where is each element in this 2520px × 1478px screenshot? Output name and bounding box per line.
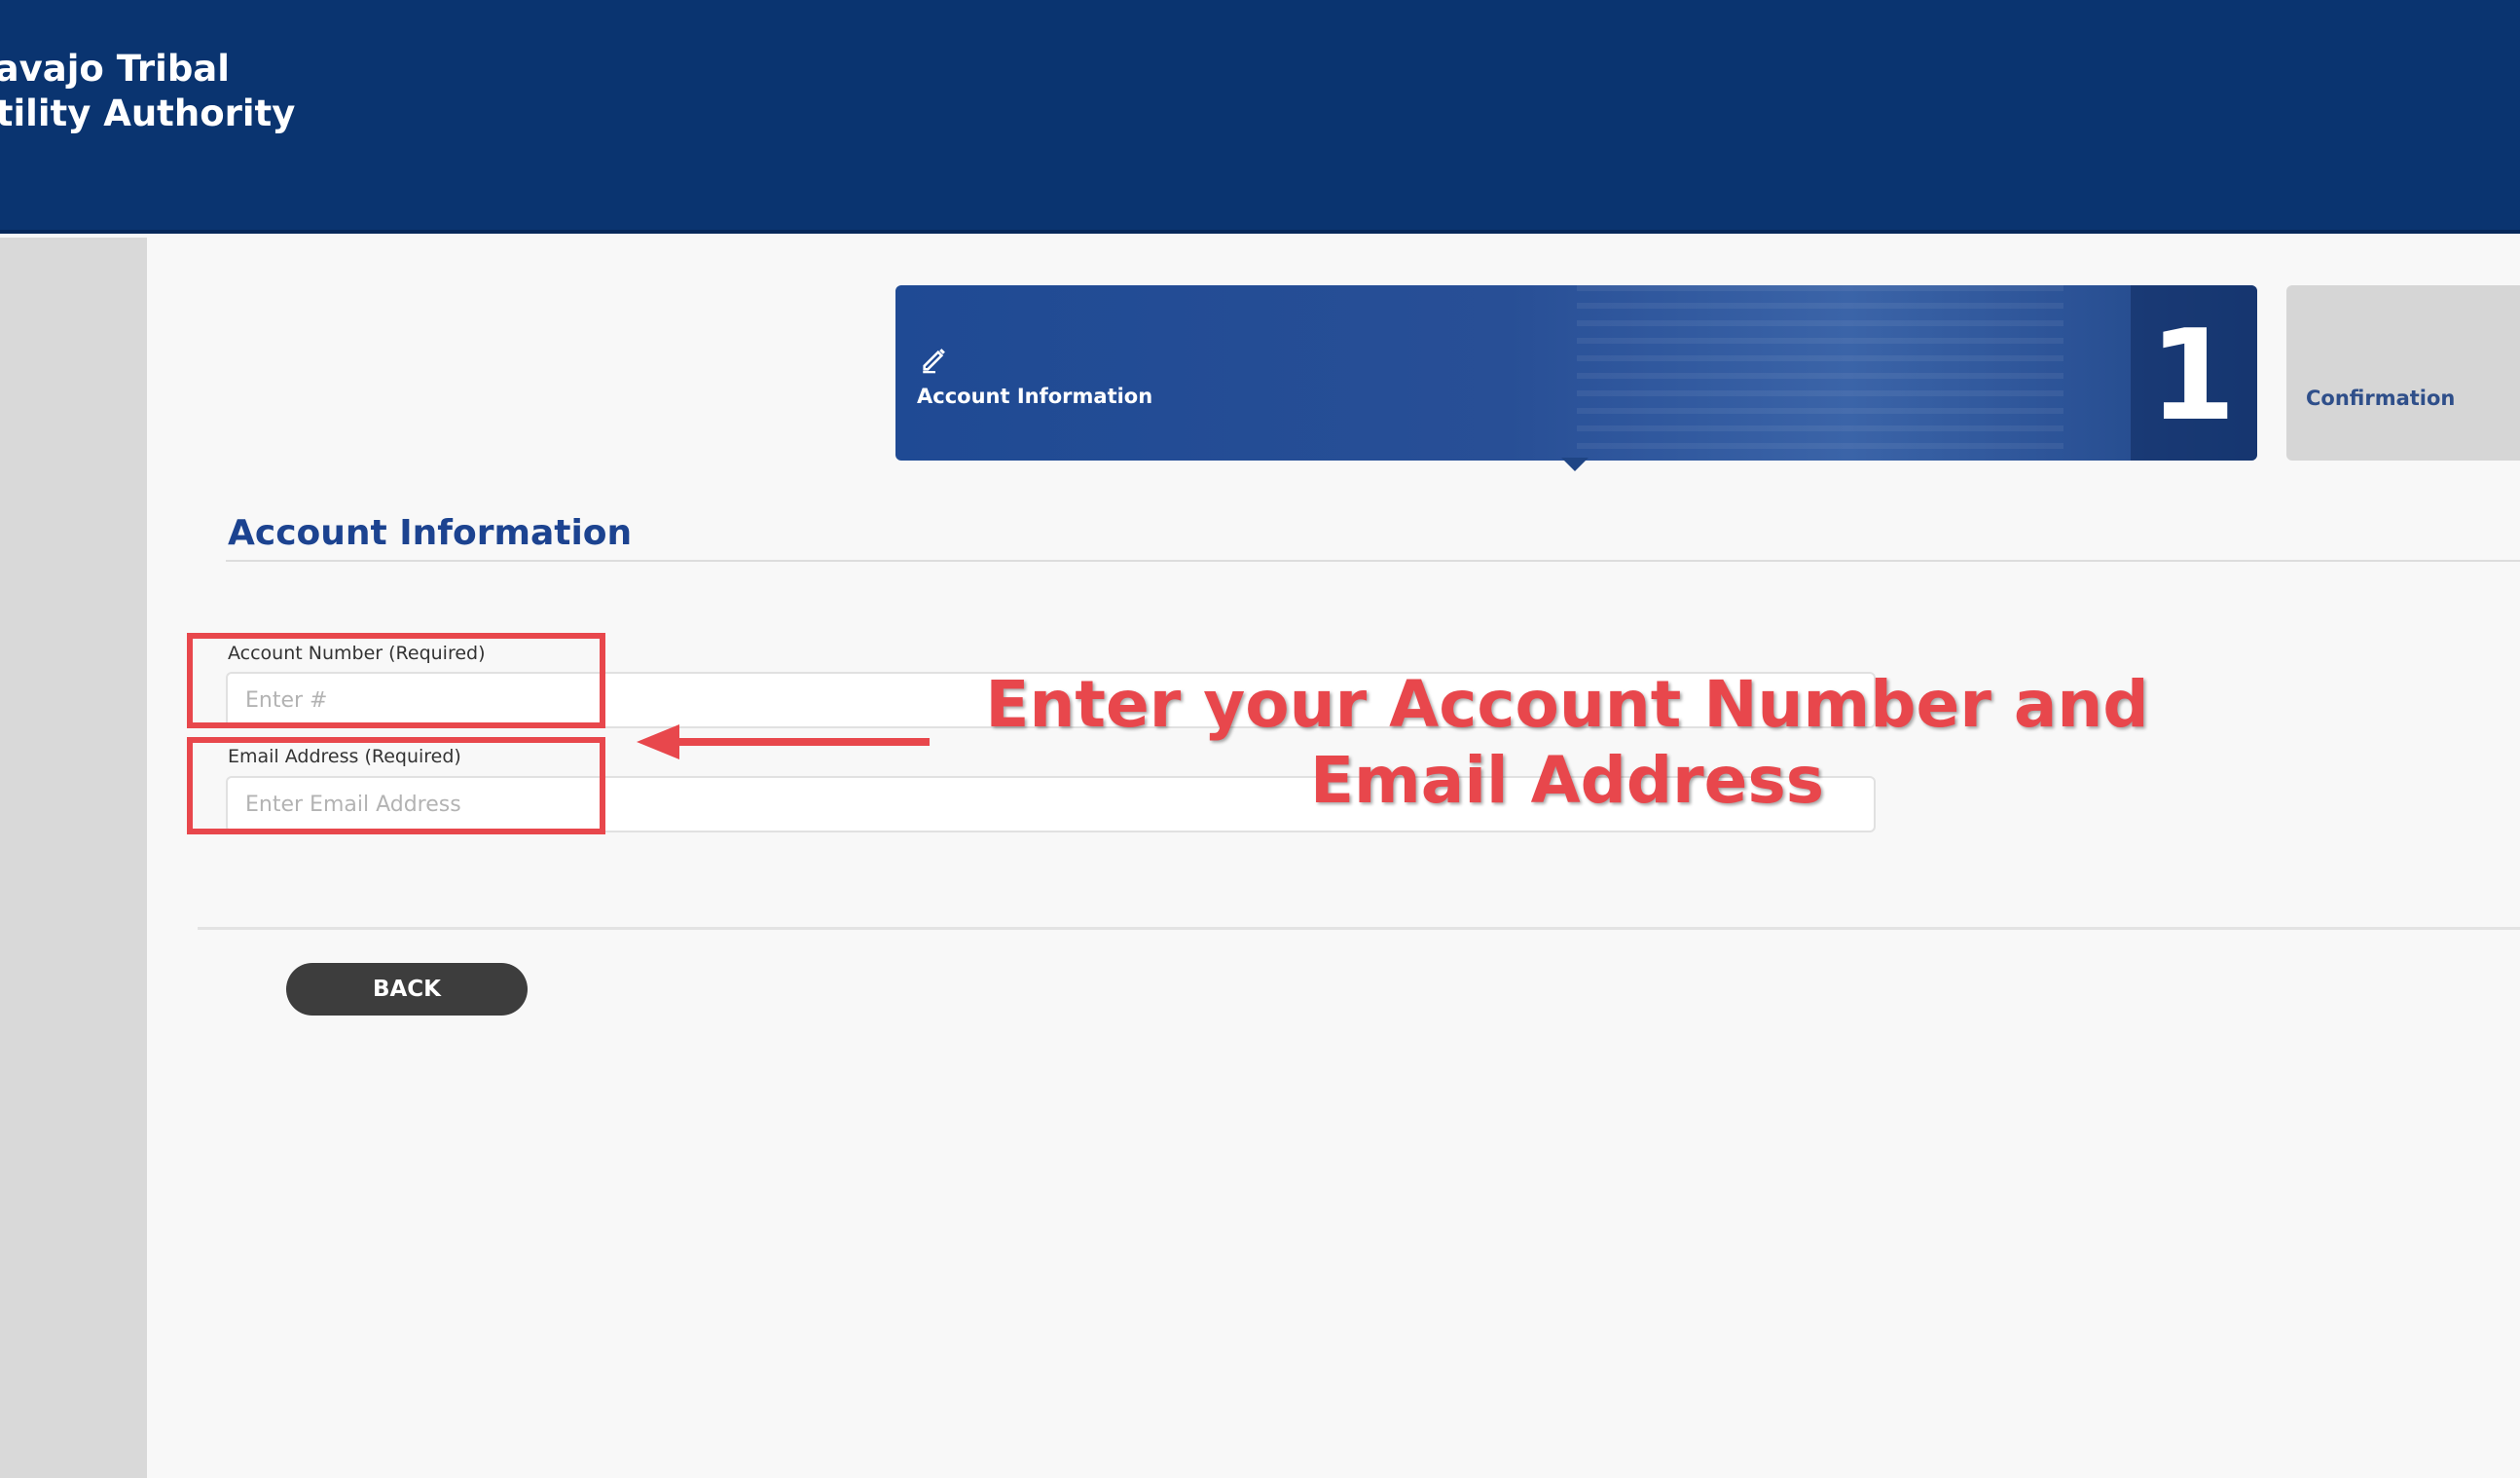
annotation-text: Enter your Account Number and Email Addr… bbox=[985, 667, 2149, 818]
left-sidebar bbox=[0, 238, 147, 1478]
annotation-box-account bbox=[187, 633, 605, 728]
back-button[interactable]: BACK bbox=[286, 963, 528, 1016]
step-background-image bbox=[1577, 285, 2063, 461]
section-title: Account Information bbox=[228, 513, 633, 553]
footer-divider bbox=[198, 927, 2520, 930]
step-account-information[interactable]: Account Information 1 bbox=[895, 285, 2257, 461]
pencil-icon bbox=[923, 349, 945, 374]
active-step-pointer bbox=[1561, 458, 1589, 471]
section-divider bbox=[226, 560, 2520, 562]
step-label: Confirmation bbox=[2306, 387, 2456, 410]
top-header: lavajo Tribal Jtility Authority bbox=[0, 0, 2520, 234]
step-confirmation[interactable]: Confirmation bbox=[2286, 285, 2520, 461]
logo-text[interactable]: lavajo Tribal Jtility Authority bbox=[0, 47, 295, 136]
annotation-arrow-icon bbox=[637, 724, 930, 759]
annotation-box-email bbox=[187, 737, 605, 834]
step-label: Account Information bbox=[917, 385, 1153, 408]
step-number: 1 bbox=[2148, 304, 2236, 449]
